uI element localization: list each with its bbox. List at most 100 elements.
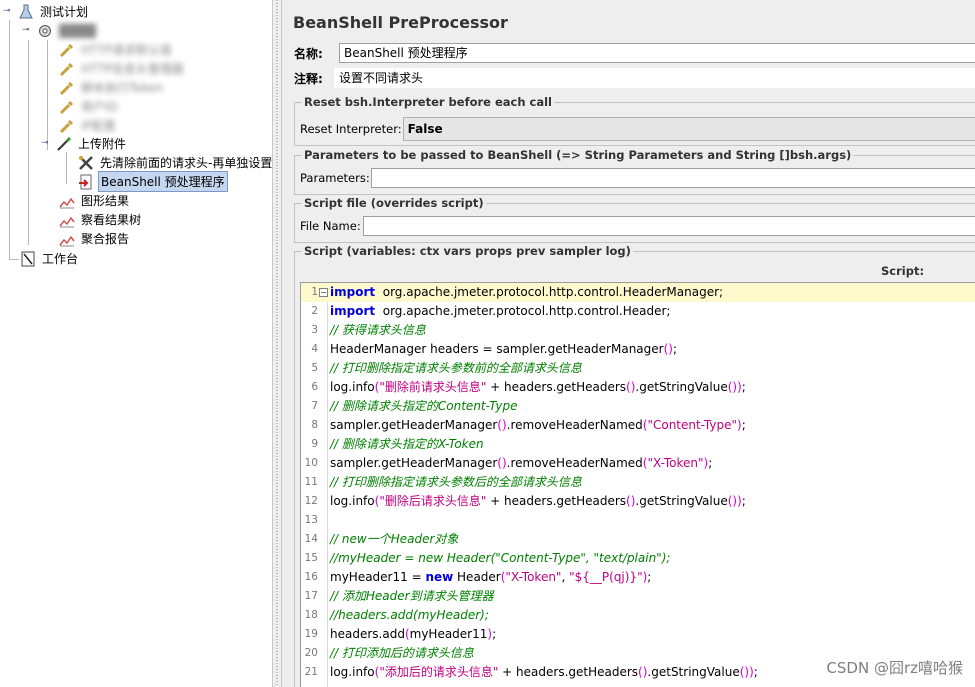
tree-item-thread-group[interactable]: ⊸ ████ <box>22 21 98 40</box>
code-text: log.info("删除前请求头信息" + headers.getHeaders… <box>330 378 746 397</box>
split-pane-divider[interactable] <box>272 0 282 687</box>
code-token: ; <box>741 418 746 432</box>
comment-label: 注释: <box>294 71 323 86</box>
code-line[interactable]: 1− import org.apache.jmeter.protocol.http… <box>301 283 975 302</box>
tree-item-test-plan[interactable]: ⊸ 测试计划 <box>3 2 90 21</box>
comment-input[interactable]: 设置不同请求头 <box>334 68 975 88</box>
code-text: log.info("删除后请求头信息" + headers.getHeaders… <box>330 492 746 511</box>
line-number: 14 <box>304 533 318 545</box>
code-line[interactable]: 11 // 打印删除指定请求头参数后的全部请求头信息 <box>301 473 975 492</box>
collapse-toggle-icon[interactable]: ⊸ <box>41 139 50 148</box>
code-line[interactable]: 18 //headers.add(myHeader); <box>301 606 975 625</box>
name-row: 名称: BeanShell 预处理程序 <box>294 43 975 63</box>
code-text: // 打印删除指定请求头参数后的全部请求头信息 <box>330 473 582 492</box>
code-text: // 打印删除指定请求头参数前的全部请求头信息 <box>330 359 582 378</box>
code-token: sampler.getHeaderManager <box>330 418 498 432</box>
code-text: //headers.add(myHeader); <box>330 606 489 625</box>
tree-item-upload-sampler[interactable]: ⊸ 上传附件 <box>41 134 128 153</box>
line-number: 4 <box>311 343 318 355</box>
tree-item-config[interactable]: 脚本执行Token <box>59 78 165 97</box>
fold-toggle-icon[interactable]: − <box>319 288 328 297</box>
code-line[interactable]: 6 log.info("删除前请求头信息" + headers.getHeader… <box>301 378 975 397</box>
code-line[interactable]: 19 headers.add(myHeader11); <box>301 625 975 644</box>
code-line[interactable]: 5 // 打印删除指定请求头参数前的全部请求头信息 <box>301 359 975 378</box>
code-line[interactable]: 4 HeaderManager headers = sampler.getHead… <box>301 340 975 359</box>
tree-item-label: 测试计划 <box>40 5 89 19</box>
tree-item-label: 上传附件 <box>78 137 127 151</box>
tree-item-config[interactable]: HTTP信息头管理器 <box>59 59 186 78</box>
wrench-icon <box>59 80 75 96</box>
code-token: // 打印删除指定请求头参数后的全部请求头信息 <box>330 475 582 489</box>
code-token: .getStringValue <box>635 494 728 508</box>
name-label: 名称: <box>294 46 323 61</box>
code-line[interactable]: 14 // new一个Header对象 <box>301 530 975 549</box>
code-text: sampler.getHeaderManager().removeHeaderN… <box>330 454 712 473</box>
code-text: // 获得请求头信息 <box>330 321 426 340</box>
collapse-toggle-icon[interactable]: ⊸ <box>22 26 31 35</box>
code-line[interactable]: 12 log.info("删除后请求头信息" + headers.getHeade… <box>301 492 975 511</box>
tree-item-label: BeanShell 预处理程序 <box>98 171 228 192</box>
code-token: .removeHeaderNamed <box>506 456 643 470</box>
chart-icon <box>59 212 75 228</box>
tree-item-workbench[interactable]: 工作台 <box>20 249 80 268</box>
code-token: "Content-Type" <box>647 418 738 432</box>
tree-item-config[interactable]: HTTP请求默认值 <box>59 40 174 59</box>
code-line[interactable]: 17 // 添加Header到请求头管理器 <box>301 587 975 606</box>
code-line[interactable]: 8 sampler.getHeaderManager().removeHeader… <box>301 416 975 435</box>
code-text: // 删除请求头指定的Content-Type <box>330 397 517 416</box>
file-name-input[interactable] <box>362 216 975 236</box>
line-number: 11 <box>304 476 318 488</box>
collapse-toggle-icon[interactable]: ⊸ <box>3 7 12 16</box>
parameters-input[interactable] <box>370 168 975 188</box>
code-line[interactable]: 16 myHeader11 = new Header("X-Token", "${… <box>301 568 975 587</box>
code-token: ; <box>741 494 746 508</box>
code-line[interactable]: 13 <box>301 511 975 530</box>
code-token: // new一个Header对象 <box>330 532 459 546</box>
tree-item-clear-headers[interactable]: 先清除前面的请求头-再单独设置 <box>78 153 272 172</box>
tree-item-label: 先清除前面的请求头-再单独设置 <box>100 156 272 170</box>
tree-item-label: ████ <box>59 23 96 38</box>
name-input[interactable]: BeanShell 预处理程序 <box>339 43 975 63</box>
code-line[interactable]: 10 sampler.getHeaderManager().removeHeade… <box>301 454 975 473</box>
code-line[interactable]: 15 //myHeader = new Header("Content-Type"… <box>301 549 975 568</box>
code-text: import org.apache.jmeter.protocol.http.c… <box>330 283 723 302</box>
code-token: sampler.getHeaderManager <box>330 456 498 470</box>
code-token: //myHeader = new Header("Content-Type", … <box>330 551 671 565</box>
panel-title: BeanShell PreProcessor <box>293 13 508 32</box>
tree-item-config[interactable]: 用户ID <box>59 97 120 116</box>
tree-item-label: 察看结果树 <box>81 213 142 227</box>
wrench-icon <box>59 118 75 134</box>
parameters-label: Parameters: <box>300 171 370 185</box>
code-token: // 打印添加后的请求头信息 <box>330 646 474 660</box>
jmeter-window: ⊸ 测试计划 ⊸ ████ HTTP请求默认值 HTTP信息头管理器 脚本执行T… <box>0 0 975 687</box>
code-token: myHeader11 <box>409 627 488 641</box>
code-token: // 添加Header到请求头管理器 <box>330 589 494 603</box>
code-token: + headers.getHeaders <box>486 494 627 508</box>
code-token: + headers.getHeaders <box>486 380 627 394</box>
code-token: "${__P(qj)}" <box>569 570 643 584</box>
code-token: log.info <box>330 665 375 679</box>
code-token: "X-Token" <box>647 456 704 470</box>
wrench-icon <box>59 99 75 115</box>
code-token: HeaderManager headers = sampler.getHeade… <box>330 342 664 356</box>
code-token: ; <box>753 665 758 679</box>
code-token: .removeHeaderNamed <box>506 418 643 432</box>
code-token: org.apache.jmeter.protocol.http.control.… <box>375 304 671 318</box>
reset-interpreter-select[interactable]: False <box>402 117 975 141</box>
code-line[interactable]: 2 import org.apache.jmeter.protocol.http.… <box>301 302 975 321</box>
line-number: 1 <box>311 286 318 298</box>
code-line[interactable]: 3 // 获得请求头信息 <box>301 321 975 340</box>
code-token: "删除后请求头信息" <box>379 494 487 508</box>
line-number: 2 <box>311 305 318 317</box>
code-line[interactable]: 7 // 删除请求头指定的Content-Type <box>301 397 975 416</box>
script-editor[interactable]: 1− import org.apache.jmeter.protocol.http… <box>300 282 975 687</box>
tree-item-beanshell[interactable]: BeanShell 预处理程序 <box>78 171 228 192</box>
tree-item-aggregate-report[interactable]: 聚合报告 <box>59 229 131 248</box>
tree-item-graph-results[interactable]: 图形结果 <box>59 191 131 210</box>
line-number: 12 <box>304 495 318 507</box>
tree-item-config[interactable]: IP配置 <box>59 116 118 135</box>
tree-item-view-results-tree[interactable]: 察看结果树 <box>59 210 143 229</box>
line-number: 6 <box>311 381 318 393</box>
code-token: // 获得请求头信息 <box>330 323 426 337</box>
code-line[interactable]: 9 // 删除请求头指定的X-Token <box>301 435 975 454</box>
